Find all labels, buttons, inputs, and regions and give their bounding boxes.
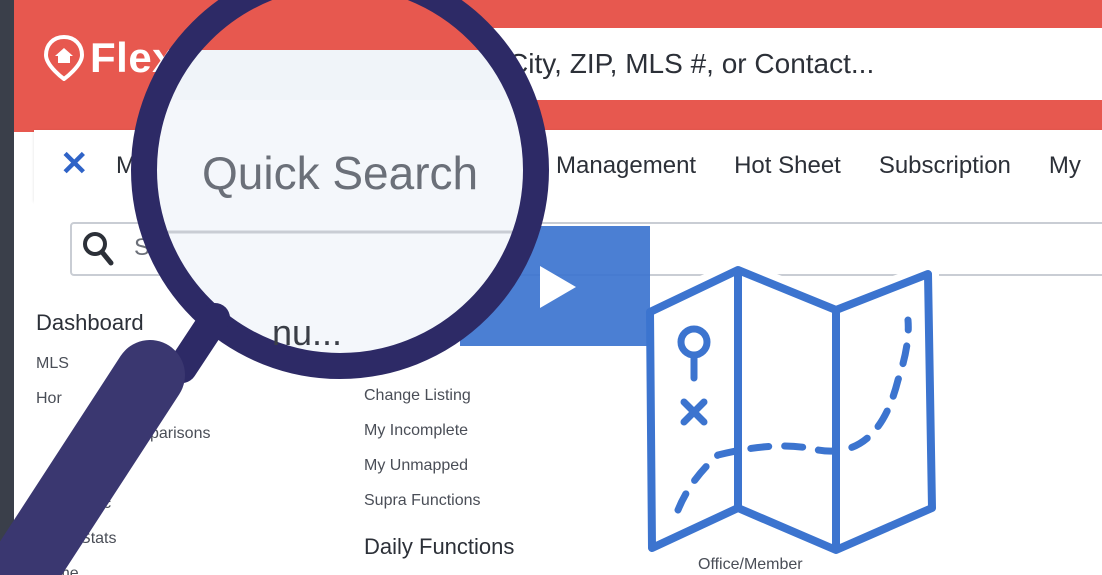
- dashboard-menu-column: Dashboard MLS Hor parisons lic arket Sta…: [36, 310, 210, 575]
- listing-menu-column: Change Listing My Incomplete My Unmapped…: [364, 378, 514, 560]
- menu-link-market-stats[interactable]: arket Stats: [36, 521, 210, 556]
- menu-link-public-partial[interactable]: lic: [36, 486, 210, 521]
- menu-link-change-listing[interactable]: Change Listing: [364, 378, 514, 413]
- play-icon: [540, 266, 576, 308]
- flex-logo[interactable]: Flex: [44, 34, 176, 82]
- menu-link-my-unmapped[interactable]: My Unmapped: [364, 448, 514, 483]
- video-thumbnail: Flex dress, City, ZIP, MLS #, or Contact…: [0, 0, 1102, 575]
- dashboard-heading: Dashboard: [36, 310, 144, 335]
- brand-name: Flex: [90, 34, 177, 81]
- tab-subscription[interactable]: Subscription: [879, 152, 1011, 180]
- app-header: Flex dress, City, ZIP, MLS #, or Contact…: [14, 0, 1102, 132]
- global-search-placeholder: dress, City, ZIP, MLS #, or Contact...: [424, 48, 875, 79]
- window-edge: [0, 0, 14, 575]
- play-button[interactable]: [460, 226, 650, 346]
- menu-link-home-partial[interactable]: Hor: [36, 381, 210, 416]
- nav-item-partial[interactable]: M: [116, 152, 136, 180]
- treasure-map-icon: [639, 259, 943, 561]
- menu-search-placeholder: S: [134, 234, 151, 261]
- menu-link-my-incomplete[interactable]: My Incomplete: [364, 413, 514, 448]
- global-search-input[interactable]: dress, City, ZIP, MLS #, or Contact...: [254, 28, 1102, 100]
- nav-tabs: Management Hot Sheet Subscription My: [556, 152, 1081, 180]
- menu-link-supra-functions[interactable]: Supra Functions: [364, 483, 514, 518]
- tab-management[interactable]: Management: [556, 152, 696, 180]
- home-pin-icon: [44, 35, 84, 81]
- tab-my[interactable]: My: [1049, 152, 1081, 180]
- main-nav: ✕ M Management Hot Sheet Subscription My: [34, 130, 1102, 201]
- menu-link-comparisons[interactable]: parisons: [36, 416, 210, 451]
- menu-link-home[interactable]: Home: [36, 556, 210, 575]
- daily-functions-heading: Daily Functions: [364, 534, 515, 559]
- menu-link-hidden[interactable]: [36, 451, 210, 486]
- tab-hot-sheet[interactable]: Hot Sheet: [734, 152, 841, 180]
- close-icon[interactable]: ✕: [60, 144, 89, 184]
- menu-link-mls[interactable]: MLS: [36, 346, 210, 381]
- search-icon: [83, 232, 114, 266]
